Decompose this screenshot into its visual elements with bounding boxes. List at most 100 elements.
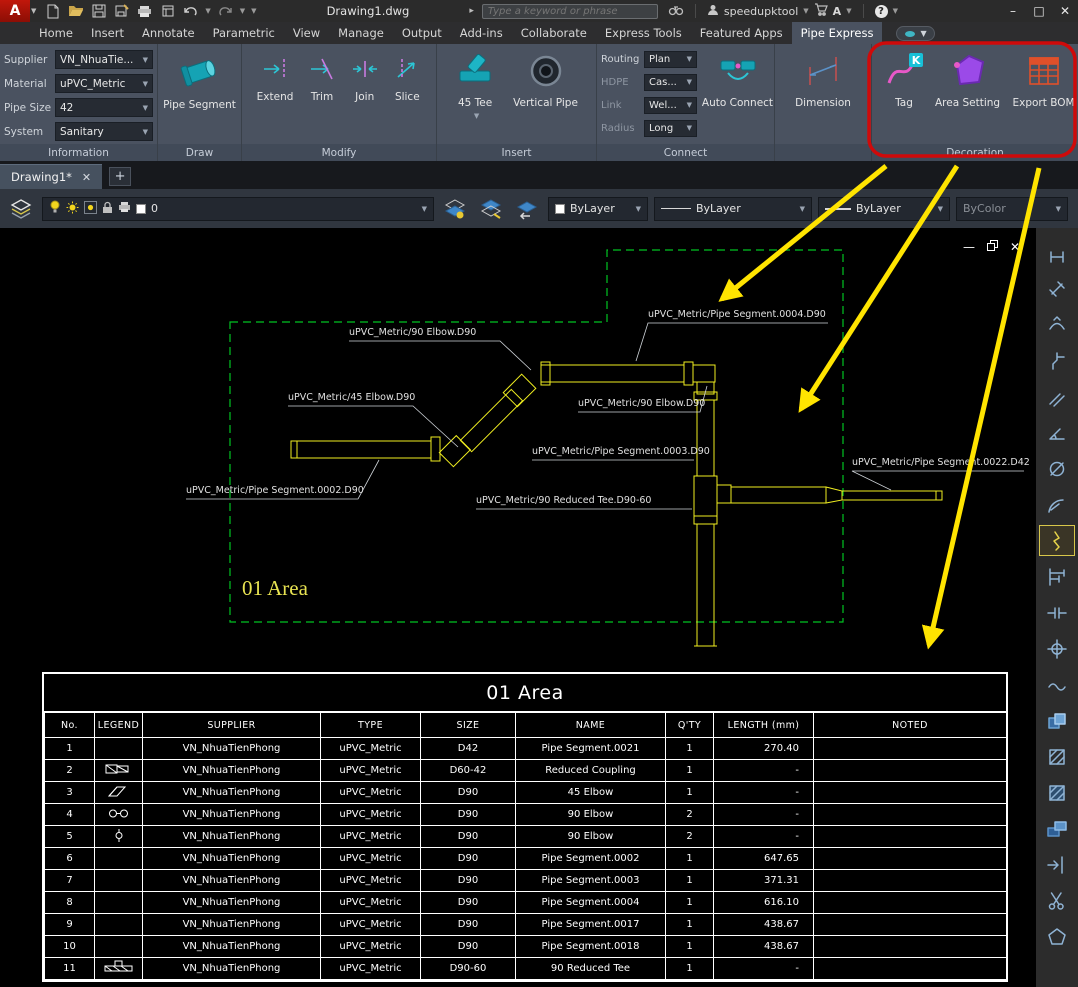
restore-drawing-button[interactable]: [986, 240, 998, 254]
plot-style-select[interactable]: ByColor ▼: [956, 196, 1068, 221]
auto-connect-button[interactable]: Auto Connect: [701, 44, 774, 144]
tab-collaborate[interactable]: Collaborate: [512, 22, 596, 44]
area-setting-button[interactable]: Area Setting: [934, 44, 1001, 144]
dim-angular-icon[interactable]: [1040, 418, 1074, 447]
dimension-button[interactable]: Dimension: [795, 44, 851, 144]
account-name[interactable]: speedupktool: [724, 5, 798, 18]
join-button[interactable]: Join: [351, 44, 379, 144]
redo-icon[interactable]: [217, 3, 234, 20]
tab-output[interactable]: Output: [393, 22, 451, 44]
chevron-down-icon[interactable]: ▼: [893, 7, 898, 15]
undo-icon[interactable]: [182, 3, 199, 20]
search-input[interactable]: [481, 3, 658, 19]
linetype-select[interactable]: ByLayer ▼: [654, 196, 812, 221]
save-as-icon[interactable]: [113, 3, 130, 20]
dim-diameter-icon[interactable]: [1040, 454, 1074, 483]
bom-cell-size: D60-42: [420, 759, 516, 782]
make-current-icon[interactable]: [440, 194, 470, 224]
chevron-down-icon[interactable]: ▼: [205, 7, 210, 15]
dim-arc-length-icon[interactable]: [1040, 310, 1074, 339]
close-icon[interactable]: ✕: [82, 171, 91, 184]
chevron-down-icon[interactable]: ▼: [474, 112, 479, 120]
polygon-icon[interactable]: [1040, 922, 1074, 951]
cart-icon[interactable]: [814, 3, 828, 19]
bom-cell-length: -: [713, 803, 814, 826]
bom-cell-length: 616.10: [713, 891, 814, 914]
tab-pipe-express[interactable]: Pipe Express: [791, 22, 883, 44]
vertical-pipe-button[interactable]: Vertical Pipe: [513, 44, 578, 144]
minimize-button[interactable]: –: [1000, 0, 1026, 22]
dim-baseline-icon[interactable]: [1040, 562, 1074, 591]
color-select[interactable]: ByLayer ▼: [548, 196, 648, 221]
export-bom-button[interactable]: Export BOM: [1009, 44, 1078, 144]
export-layout-icon[interactable]: [1040, 850, 1074, 879]
pipe-segment-button[interactable]: Pipe Segment: [163, 44, 236, 144]
cut-icon[interactable]: [1040, 886, 1074, 915]
dim-ordinate-icon[interactable]: [1040, 346, 1074, 375]
tab-annotate[interactable]: Annotate: [133, 22, 204, 44]
tab-add-ins[interactable]: Add-ins: [451, 22, 512, 44]
layer-previous-icon[interactable]: [512, 194, 542, 224]
tab-home[interactable]: Home: [30, 22, 82, 44]
system-select[interactable]: Sanitary ▼: [55, 122, 153, 141]
dim-break-icon[interactable]: [1040, 670, 1074, 699]
autocad-logo[interactable]: A: [0, 0, 30, 22]
tab-view[interactable]: View: [284, 22, 329, 44]
tab-insert[interactable]: Insert: [82, 22, 133, 44]
dim-aligned-icon[interactable]: [1040, 274, 1074, 303]
tab-manage[interactable]: Manage: [329, 22, 393, 44]
layer-properties-icon[interactable]: [6, 194, 36, 224]
plot-icon[interactable]: [159, 3, 176, 20]
dim-linear-icon[interactable]: [1040, 238, 1074, 267]
tab-parametric[interactable]: Parametric: [204, 22, 284, 44]
binoculars-icon[interactable]: [668, 4, 684, 19]
center-mark-icon[interactable]: [1040, 634, 1074, 663]
trim-button[interactable]: Trim: [308, 44, 336, 144]
chevron-down-icon[interactable]: ▼: [846, 7, 851, 15]
exchange-apps-icon[interactable]: A: [833, 5, 842, 18]
save-icon[interactable]: [90, 3, 107, 20]
layer-copy-icon[interactable]: [1040, 706, 1074, 735]
tee-45-button[interactable]: 45 Tee ▼: [455, 44, 495, 144]
hatch-icon[interactable]: [1040, 742, 1074, 771]
close-button[interactable]: ✕: [1052, 0, 1078, 22]
qat-customize-icon[interactable]: ▼: [251, 7, 256, 15]
chevron-down-icon[interactable]: ▼: [31, 7, 36, 15]
slice-button[interactable]: Slice: [393, 44, 421, 144]
link-select[interactable]: Wel... ▼: [644, 96, 697, 114]
bom-cell-noted: [813, 935, 1007, 958]
dim-rotated-icon[interactable]: [1040, 382, 1074, 411]
material-select[interactable]: uPVC_Metric ▼: [55, 74, 153, 93]
maximize-button[interactable]: □: [1026, 0, 1052, 22]
layer-select[interactable]: 0 ▼: [42, 196, 434, 221]
ribbon-options-button[interactable]: ▼: [896, 25, 935, 41]
dim-radius-icon[interactable]: [1040, 490, 1074, 519]
new-tab-button[interactable]: +: [109, 167, 132, 186]
radius-select[interactable]: Long ▼: [644, 119, 697, 137]
supplier-select[interactable]: VN_NhuaTie... ▼: [55, 50, 153, 69]
tab-featured-apps[interactable]: Featured Apps: [691, 22, 792, 44]
color-value: ByLayer: [570, 202, 615, 215]
hatch-edit-icon[interactable]: [1040, 778, 1074, 807]
file-tab-drawing1[interactable]: Drawing1* ✕: [0, 164, 103, 189]
chevron-down-icon[interactable]: ▼: [240, 7, 245, 15]
dim-continue-icon[interactable]: [1040, 598, 1074, 627]
open-file-icon[interactable]: [67, 3, 84, 20]
hdpe-select[interactable]: Cas... ▼: [644, 73, 697, 91]
help-icon[interactable]: ?: [874, 4, 888, 18]
print-icon[interactable]: [136, 3, 153, 20]
drawing-viewport[interactable]: uPVC_Metric/90 Elbow.D90 uPVC_Metric/Pip…: [0, 228, 1036, 987]
layer-move-icon[interactable]: [1040, 814, 1074, 843]
routing-select[interactable]: Plan ▼: [644, 50, 697, 68]
pipe-size-select[interactable]: 42 ▼: [55, 98, 153, 117]
dim-jogged-icon[interactable]: [1039, 525, 1075, 556]
tab-express-tools[interactable]: Express Tools: [596, 22, 691, 44]
tag-button[interactable]: K Tag: [882, 44, 926, 144]
extend-button[interactable]: Extend: [257, 44, 293, 144]
minimize-drawing-button[interactable]: —: [963, 240, 975, 254]
close-drawing-button[interactable]: ✕: [1010, 240, 1020, 254]
new-file-icon[interactable]: [44, 3, 61, 20]
lineweight-select[interactable]: ByLayer ▼: [818, 196, 950, 221]
chevron-down-icon[interactable]: ▼: [803, 7, 808, 15]
layer-match-icon[interactable]: [476, 194, 506, 224]
